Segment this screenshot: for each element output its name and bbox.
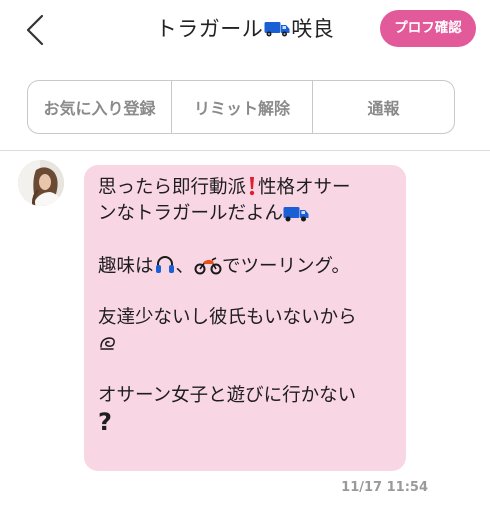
report-button[interactable]: 通報 <box>313 80 455 134</box>
limit-release-button[interactable]: リミット解除 <box>172 80 313 134</box>
title-suffix: 咲良 <box>291 17 335 41</box>
truck-icon <box>264 22 290 37</box>
message-line-2: ンなトラガールだよん <box>98 201 392 227</box>
favorite-button[interactable]: お気に入り登録 <box>27 80 172 134</box>
message-line-10: ? <box>98 409 392 435</box>
exclamation-icon <box>249 177 255 196</box>
title-prefix: トラガール <box>155 17 264 41</box>
swirl-icon <box>100 337 115 350</box>
headphones-icon <box>155 256 174 273</box>
motorcycle-icon <box>194 257 222 275</box>
message-bubble: 思ったら即行動派 性格オサー ンなトラガールだよん 趣味は 、 でツーリング。 … <box>84 165 406 471</box>
profile-check-button[interactable]: プロフ確認 <box>380 10 476 47</box>
truck-icon <box>283 207 309 222</box>
question-mark: ? <box>98 408 112 436</box>
message-line-9: オサーン女子と遊びに行かない <box>98 383 392 409</box>
chat-screen: トラガール 咲良 プロフ確認 お気に入り登録 リミット解除 通報 思ったら即行動… <box>0 0 490 505</box>
divider <box>0 150 490 151</box>
message-text: 、 <box>175 256 195 277</box>
message-line-6: 友達少ないし彼氏もいないから <box>98 305 392 331</box>
message-text: オサーン女子と遊びに行かない <box>98 385 357 406</box>
message-text: 思ったら即行動派 <box>98 177 247 198</box>
header: トラガール 咲良 プロフ確認 <box>0 0 490 62</box>
avatar-photo <box>18 160 64 206</box>
message-text: 友達少ないし彼氏もいないから <box>98 307 357 328</box>
message-text: ンなトラガールだよん <box>98 203 284 224</box>
message-text: でツーリング。 <box>222 256 351 277</box>
message-timestamp: 11/17 11:54 <box>341 480 428 495</box>
message-line-4: 趣味は 、 でツーリング。 <box>98 253 392 279</box>
action-buttons: お気に入り登録 リミット解除 通報 <box>27 80 455 134</box>
message-text: 趣味は <box>98 256 154 277</box>
message-line-1: 思ったら即行動派 性格オサー <box>98 175 392 201</box>
message-line-7 <box>98 331 392 357</box>
message-text: 性格オサー <box>258 177 351 198</box>
avatar[interactable] <box>18 160 64 206</box>
